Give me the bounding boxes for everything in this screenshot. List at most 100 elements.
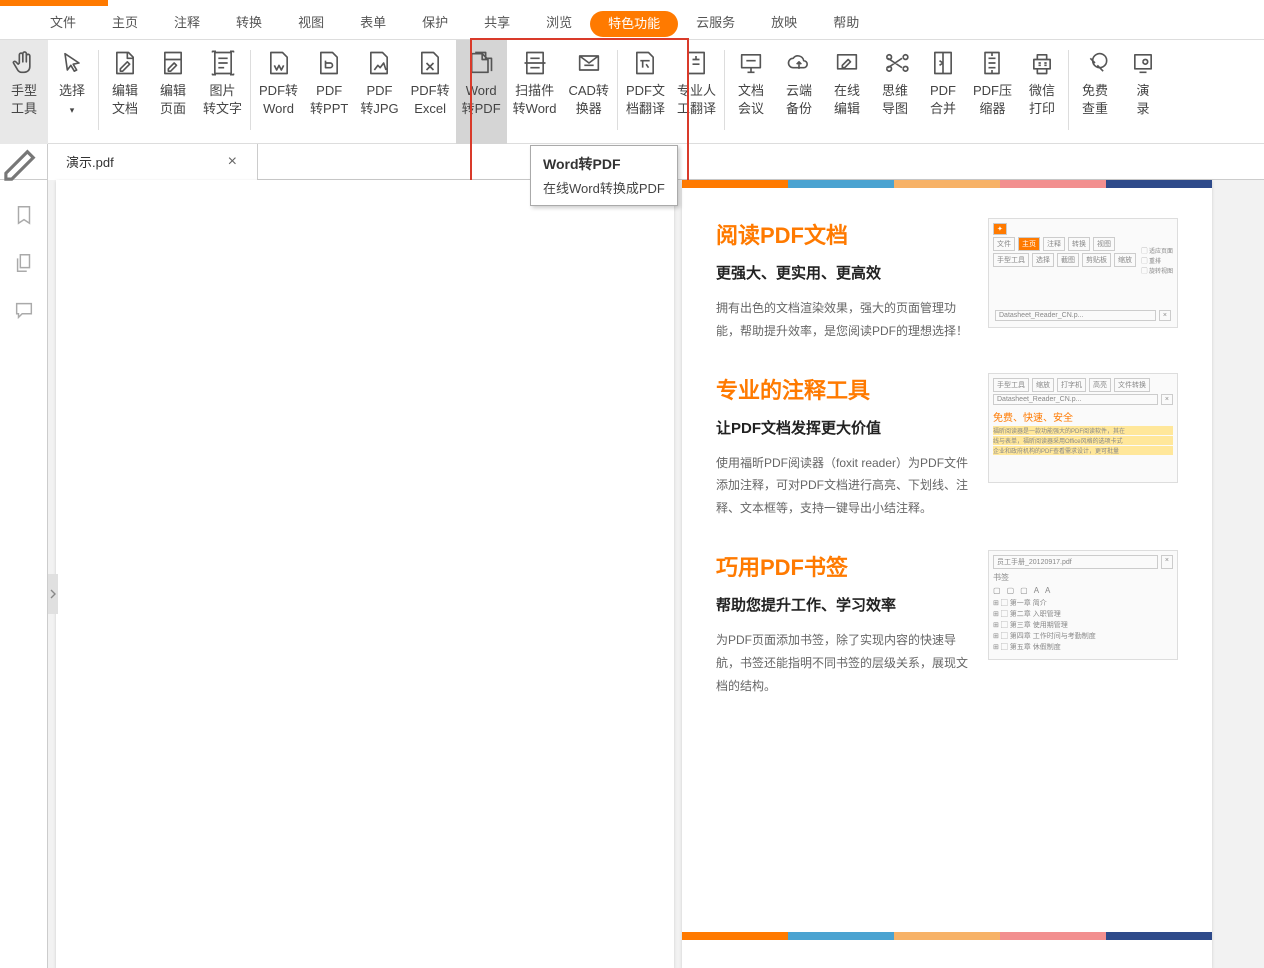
ribbon-wechat-print[interactable]: 微信打印 <box>1018 40 1066 144</box>
ribbon-translate-doc[interactable]: PDF文档翻译 <box>620 40 671 144</box>
ribbon-pdf-jpg[interactable]: PDF转JPG <box>354 40 404 144</box>
online-edit-icon <box>832 48 862 78</box>
ribbon-cloud[interactable]: 云端备份 <box>775 40 823 144</box>
ribbon-label: CAD转换器 <box>568 82 608 118</box>
translate-doc-icon <box>630 48 660 78</box>
wechat-print-icon <box>1027 48 1057 78</box>
document-tab[interactable]: 演示.pdf × <box>48 144 258 180</box>
bookmark-icon[interactable] <box>13 204 35 226</box>
ribbon-select[interactable]: 选择▾ <box>48 40 96 144</box>
ribbon-ocr[interactable]: 图片转文字 <box>197 40 248 144</box>
canvas[interactable]: 阅读PDF文档更强大、更实用、更高效拥有出色的文档渲染效果，强大的页面管理功能，… <box>48 180 1264 968</box>
page-right: 阅读PDF文档更强大、更实用、更高效拥有出色的文档渲染效果，强大的页面管理功能，… <box>682 180 1212 968</box>
ribbon-label: 专业人工翻译 <box>677 82 716 118</box>
ribbon-label: 选择▾ <box>59 82 85 119</box>
word-pdf-icon <box>466 48 496 78</box>
pdf-word-icon <box>264 48 294 78</box>
menu-表单[interactable]: 表单 <box>342 6 404 40</box>
chevron-down-icon: ▾ <box>70 105 75 115</box>
section-subtitle: 更强大、更实用、更高效 <box>716 262 972 283</box>
ribbon-pdf-word[interactable]: PDF转Word <box>253 40 304 144</box>
close-icon[interactable]: × <box>228 153 237 171</box>
ribbon-word-pdf[interactable]: Word转PDF <box>456 40 507 144</box>
ribbon-hand[interactable]: 手型工具 <box>0 40 48 144</box>
ribbon-edit-doc[interactable]: 编辑文档 <box>101 40 149 144</box>
separator <box>724 50 725 130</box>
section-thumb: ✦文件主页注释转换视图手型工具选择截图剪贴板缩放▢ 适应页面▢ 重排▢ 旋转视图… <box>988 218 1178 328</box>
ribbon-pdf-ppt[interactable]: PDF转PPT <box>304 40 354 144</box>
ribbon-label: 思维导图 <box>882 82 908 118</box>
edit-doc-icon <box>110 48 140 78</box>
pdf-excel-icon <box>415 48 445 78</box>
section-subtitle: 让PDF文档发挥更大价值 <box>716 417 972 438</box>
ribbon-label: 手型工具 <box>11 82 37 118</box>
menu-主页[interactable]: 主页 <box>94 6 156 40</box>
bottom-color-band <box>682 932 1212 940</box>
ribbon-scan-word[interactable]: 扫描件转Word <box>507 40 563 144</box>
ribbon-translate-pro[interactable]: 专业人工翻译 <box>671 40 722 144</box>
menu-保护[interactable]: 保护 <box>404 6 466 40</box>
ribbon-label: Word转PDF <box>462 82 501 118</box>
ribbon-label: PDF转JPG <box>360 82 398 118</box>
cloud-icon <box>784 48 814 78</box>
ribbon-label: 免费查重 <box>1082 82 1108 118</box>
ribbon-merge[interactable]: PDF合并 <box>919 40 967 144</box>
doc-section-2: 巧用PDF书签帮助您提升工作、学习效率为PDF页面添加书签，除了实现内容的快速导… <box>682 520 1212 697</box>
pencil-icon <box>0 138 47 185</box>
ribbon-edit-page[interactable]: 编辑页面 <box>149 40 197 144</box>
ribbon-label: 云端备份 <box>786 82 812 118</box>
section-title: 巧用PDF书签 <box>716 550 972 582</box>
page-left <box>56 180 674 968</box>
top-color-band <box>682 180 1212 188</box>
hand-icon <box>9 48 39 78</box>
menu-浏览[interactable]: 浏览 <box>528 6 590 40</box>
ribbon-label: PDF转PPT <box>310 82 348 118</box>
menu-云服务[interactable]: 云服务 <box>678 6 753 40</box>
menu-注释[interactable]: 注释 <box>156 6 218 40</box>
ribbon-label: PDF压缩器 <box>973 82 1012 118</box>
section-thumb: 员工手册_20120917.pdf×书签▢▢▢AA⊞ ▢ 第一章 简介⊞ ▢ 第… <box>988 550 1178 660</box>
menu-帮助[interactable]: 帮助 <box>815 6 877 40</box>
menu-文件[interactable]: 文件 <box>32 6 94 40</box>
ribbon-label: 扫描件转Word <box>513 82 557 118</box>
compress-icon <box>977 48 1007 78</box>
ribbon-label: 微信打印 <box>1029 82 1055 118</box>
scan-word-icon <box>520 48 550 78</box>
ribbon-label: 编辑页面 <box>160 82 186 118</box>
ribbon-dupcheck[interactable]: 免费查重 <box>1071 40 1119 144</box>
menu-共享[interactable]: 共享 <box>466 6 528 40</box>
tab-name: 演示.pdf <box>66 152 114 171</box>
ribbon-label: 编辑文档 <box>112 82 138 118</box>
ribbon-record[interactable]: 演录 <box>1119 40 1167 144</box>
tooltip-title: Word转PDF <box>543 154 665 174</box>
comment-icon[interactable] <box>13 300 35 322</box>
section-body: 拥有出色的文档渲染效果，强大的页面管理功能，帮助提升效率，是您阅读PDF的理想选… <box>716 297 972 343</box>
select-icon <box>57 48 87 78</box>
merge-icon <box>928 48 958 78</box>
ribbon: 手型工具选择▾ 编辑文档编辑页面图片转文字 PDF转WordPDF转PPT PDF转J… <box>0 40 1264 144</box>
cad-icon <box>574 48 604 78</box>
mindmap-icon <box>880 48 910 78</box>
ribbon-compress[interactable]: PDF压缩器 <box>967 40 1018 144</box>
expand-handle[interactable] <box>48 574 58 614</box>
ribbon-pdf-excel[interactable]: PDF转Excel <box>405 40 456 144</box>
menu-放映[interactable]: 放映 <box>753 6 815 40</box>
menubar: 文件主页注释转换视图表单保护共享浏览特色功能云服务放映帮助 <box>0 6 1264 40</box>
ribbon-meeting[interactable]: 文档会议 <box>727 40 775 144</box>
pdf-ppt-icon <box>314 48 344 78</box>
ribbon-cad[interactable]: CAD转换器 <box>562 40 614 144</box>
edit-page-icon <box>158 48 188 78</box>
translate-pro-icon <box>681 48 711 78</box>
workspace: 阅读PDF文档更强大、更实用、更高效拥有出色的文档渲染效果，强大的页面管理功能，… <box>0 180 1264 968</box>
leftgutter[interactable] <box>0 144 48 180</box>
pages-icon[interactable] <box>13 252 35 274</box>
section-body: 使用福昕PDF阅读器（foxit reader）为PDF文件添加注释，可对PDF… <box>716 452 972 520</box>
menu-视图[interactable]: 视图 <box>280 6 342 40</box>
menu-转换[interactable]: 转换 <box>218 6 280 40</box>
ribbon-label: 图片转文字 <box>203 82 242 118</box>
ribbon-online-edit[interactable]: 在线编辑 <box>823 40 871 144</box>
menu-特色功能[interactable]: 特色功能 <box>590 11 678 37</box>
section-subtitle: 帮助您提升工作、学习效率 <box>716 594 972 615</box>
ribbon-mindmap[interactable]: 思维导图 <box>871 40 919 144</box>
separator <box>617 50 618 130</box>
